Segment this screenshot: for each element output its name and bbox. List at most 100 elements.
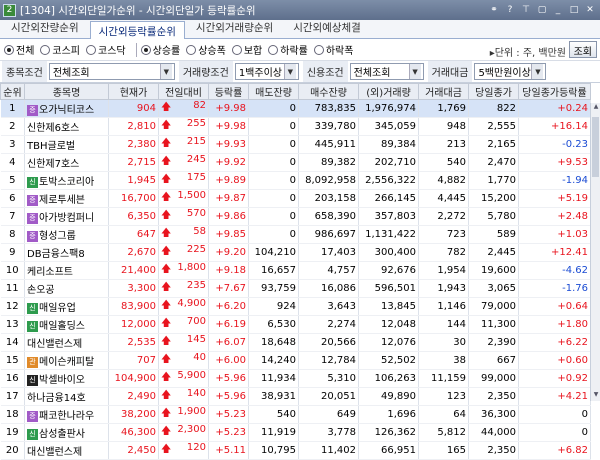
table-row[interactable]: 14 대신밸런스제 2,535 🡅 145 +6.07 18,648 20,566 12,076… [0,333,591,352]
scroll-down-icon[interactable]: ▼ [591,391,600,401]
cell-rank: 5 [0,171,25,190]
cell-close: 2,445 [468,243,519,262]
cell-close: 79,000 [468,297,519,316]
table-body: 1 증 오가닉티코스 904 🡅 82 +9.98 0 783,835 1,976,974 1,76… [0,99,591,460]
cell-ask: 0 [248,189,299,208]
radio-fall-rate[interactable]: 하락률 [268,42,308,57]
table-row[interactable]: 11 손오공 3,300 🡅 235 +7.67 93,759 16,086 596,501 1,… [0,279,591,298]
maximize-icon[interactable]: □ [567,3,581,17]
radio-rise-rate[interactable]: 상승률 [140,42,180,57]
cell-pct: +9.20 [208,243,249,262]
link-icon[interactable]: ⚭ [487,3,501,17]
close-icon[interactable]: ✕ [583,3,597,17]
column-header[interactable]: 순위 [0,83,25,100]
table-row[interactable]: 2 신한제6호스 2,810 🡅 255 +9.98 0 339,780 345,059 948 2… [0,117,591,136]
radio-fall-width[interactable]: 하락폭 [313,42,353,57]
column-header[interactable]: 종목명 [24,83,109,100]
cell-bid: 20,566 [298,333,359,352]
cell-vol: 596,501 [358,279,419,298]
credit-condition-select[interactable]: 전체조회 ▼ [349,63,424,80]
radio-flat[interactable]: 보합 [231,42,262,57]
stock-badge: 증 [27,194,38,206]
table-row[interactable]: 8 증 형성그룹 647 🡅 58 +9.85 0 986,697 1,131,422 723 589… [0,225,591,244]
cell-price: 904 [108,99,159,118]
column-header[interactable]: 매수잔량 [298,83,359,100]
column-header[interactable]: 당일종가 [468,83,519,100]
cell-ask: 14,240 [248,351,299,370]
cell-ask: 924 [248,297,299,316]
cell-vol: 52,502 [358,351,419,370]
cell-vol: 12,076 [358,333,419,352]
table-row[interactable]: 12 신 매일유업 83,900 🡅 4,900 +6.20 924 3,643 13,845 1,… [0,297,591,316]
table-row[interactable]: 17 하나금융14호 2,490 🡅 140 +5.96 38,931 20,051 49,89… [0,387,591,406]
cell-pct: +6.20 [208,297,249,316]
stock-condition-select[interactable]: 전체조회 ▼ [48,63,175,80]
cell-chg: 🡅 140 [158,387,209,406]
cell-ask: 6,530 [248,315,299,334]
window-controls: ⚭ ? ⊤ ▢ _ □ ✕ [487,3,597,17]
restore-icon[interactable]: ▢ [535,3,549,17]
radio-market-kospi[interactable]: 코스피 [40,42,80,57]
table-row[interactable]: 7 증 아가방컴퍼니 6,350 🡅 570 +9.86 0 658,390 357,803 2,2… [0,207,591,226]
column-header[interactable]: 등락률 [208,83,249,100]
table-row[interactable]: 13 신 매일홀딩스 12,000 🡅 700 +6.19 6,530 2,274 12,048 1… [0,315,591,334]
stock-condition-label: 종목조건 [2,61,47,82]
table-row[interactable]: 18 증 패코한나라우 38,200 🡅 1,900 +5.23 540 649 1,696 64 3… [0,405,591,424]
up-arrow-icon: 🡅 [161,372,172,383]
tab-overtime-balance[interactable]: 시간외잔량순위 [2,17,88,38]
cell-chg: 🡅 2,300 [158,423,209,442]
column-header[interactable]: (외)거래량 [358,83,419,100]
column-header[interactable]: 현재가 [108,83,159,100]
cell-ask: 0 [248,171,299,190]
scroll-up-icon[interactable]: ▲ [591,103,600,113]
column-header[interactable]: 전일대비 [158,83,209,100]
cell-rank: 20 [0,441,25,460]
cell-close: 2,350 [468,387,519,406]
table-row[interactable]: 5 신 토박스코리아 1,945 🡅 175 +9.89 0 8,092,958 2,556,32… [0,171,591,190]
inquiry-button[interactable]: 조회 [568,41,597,58]
vertical-scrollbar[interactable]: ▲ ▼ [590,103,600,401]
cell-close: 1,770 [468,171,519,190]
cell-price: 21,400 [108,261,159,280]
tab-overtime-volume[interactable]: 시간외거래량순위 [187,17,282,38]
help-icon[interactable]: ? [503,3,517,17]
cell-bid: 20,051 [298,387,359,406]
credit-condition-label: 신용조건 [302,61,348,82]
radio-market-kosdaq[interactable]: 코스닥 [86,42,126,57]
table-row[interactable]: 4 신한제7호스 2,715 🡅 245 +9.92 0 89,382 202,710 540 2,… [0,153,591,172]
table-row[interactable]: 6 증 제로투세븐 16,700 🡅 1,500 +9.87 0 203,158 266,145 4… [0,189,591,208]
minimize-icon[interactable]: _ [551,3,565,17]
table-row[interactable]: 1 증 오가닉티코스 904 🡅 82 +9.98 0 783,835 1,976,974 1,76… [0,99,591,118]
table-row[interactable]: 10 케리소프트 21,400 🡅 1,800 +9.18 16,657 4,757 92,67… [0,261,591,280]
cell-ask: 11,934 [248,369,299,388]
cell-name: 대신밸런스제 [24,333,109,352]
tab-overtime-expected[interactable]: 시간외예상체결 [284,17,370,38]
pin-icon[interactable]: ⊤ [519,3,533,17]
cell-price: 2,670 [108,243,159,262]
cell-close: 36,300 [468,405,519,424]
table-row[interactable]: 3 TBH글로벌 2,380 🡅 215 +9.93 0 445,911 89,384 213 2,… [0,135,591,154]
up-arrow-icon: 🡅 [161,444,172,455]
cell-rank: 1 [0,99,25,118]
stock-badge: 신 [27,428,38,440]
column-header[interactable]: 매도잔량 [248,83,299,100]
tab-overtime-fluctuation[interactable]: 시간외등락률순위 [89,21,185,39]
cell-vol: 300,400 [358,243,419,262]
cell-close_pct: +2.48 [518,207,591,226]
amount-condition-select[interactable]: 5백만원이상 ▼ [474,63,547,80]
cell-chg: 🡅 235 [158,279,209,298]
column-header[interactable]: 당일종가등락률 [518,83,591,100]
cell-pct: +9.18 [208,261,249,280]
volume-condition-select[interactable]: 1백주이상 ▼ [234,63,299,80]
table-row[interactable]: 16 신 박셀바이오 104,900 🡅 5,900 +5.96 11,934 5,310 106… [0,369,591,388]
table-row[interactable]: 19 신 삼성출판사 46,300 🡅 2,300 +5.23 11,919 3,778 126,… [0,423,591,442]
column-header[interactable]: 거래대금 [418,83,469,100]
cell-name: 손오공 [24,279,109,298]
cell-price: 707 [108,351,159,370]
table-row[interactable]: 9 DB금융스팩8 2,670 🡅 225 +9.20 104,210 17,403 300,4… [0,243,591,262]
radio-rise-width[interactable]: 상승폭 [186,42,226,57]
table-row[interactable]: 15 관 메이슨캐피탈 707 🡅 40 +6.00 14,240 12,784 52,502 38… [0,351,591,370]
table-row[interactable]: 20 대신밸런스제 2,450 🡅 120 +5.11 10,795 11,402 66,951… [0,441,591,460]
radio-market-all[interactable]: 전체 [4,42,34,57]
scroll-thumb[interactable] [592,117,599,177]
